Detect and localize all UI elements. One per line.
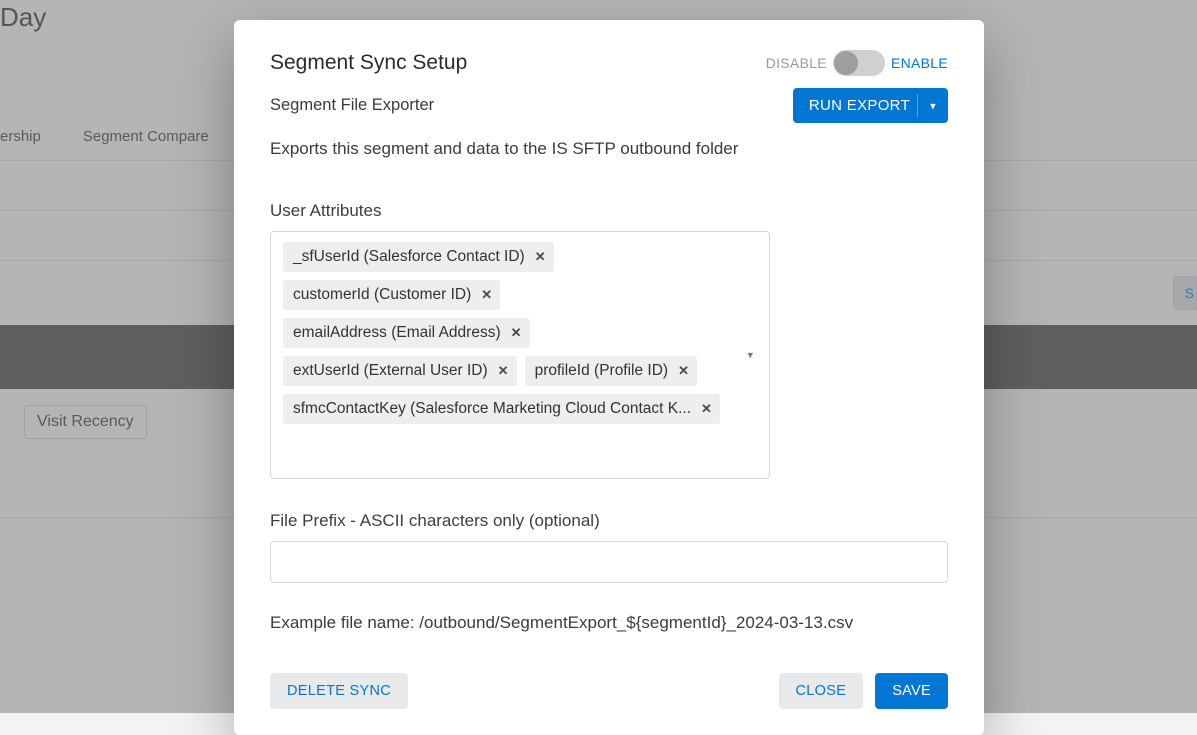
toggle-knob — [834, 51, 858, 75]
delete-sync-button[interactable]: DELETE SYNC — [270, 673, 408, 709]
modal-subtitle: Segment File Exporter — [270, 96, 434, 115]
user-attributes-label: User Attributes — [270, 201, 948, 221]
toggle-label-disable: DISABLE — [766, 55, 827, 71]
attr-chip-customerid: customerId (Customer ID) ✕ — [283, 280, 500, 310]
toggle-label-enable: ENABLE — [891, 55, 948, 71]
save-button[interactable]: SAVE — [875, 673, 948, 709]
enable-toggle[interactable] — [833, 50, 885, 76]
chip-label: emailAddress (Email Address) — [293, 324, 501, 342]
modal-description: Exports this segment and data to the IS … — [270, 139, 948, 159]
attr-chip-sfmccontactkey: sfmcContactKey (Salesforce Marketing Clo… — [283, 394, 720, 424]
remove-icon[interactable]: ✕ — [481, 287, 492, 303]
chip-label: profileId (Profile ID) — [535, 362, 669, 380]
enable-toggle-group: DISABLE ENABLE — [766, 50, 948, 76]
close-button[interactable]: CLOSE — [779, 673, 864, 709]
modal-overlay: Segment Sync Setup DISABLE ENABLE Segmen… — [0, 0, 1197, 713]
remove-icon[interactable]: ✕ — [678, 363, 689, 379]
attr-chip-profileid: profileId (Profile ID) ✕ — [525, 356, 697, 386]
chip-label: _sfUserId (Salesforce Contact ID) — [293, 248, 525, 266]
remove-icon[interactable]: ✕ — [511, 325, 522, 341]
chip-label: sfmcContactKey (Salesforce Marketing Clo… — [293, 400, 691, 418]
remove-icon[interactable]: ✕ — [535, 249, 546, 265]
example-file-name: Example file name: /outbound/SegmentExpo… — [270, 613, 948, 633]
chip-label: extUserId (External User ID) — [293, 362, 488, 380]
run-export-button[interactable]: RUN EXPORT — [793, 88, 948, 123]
file-prefix-label: File Prefix - ASCII characters only (opt… — [270, 511, 948, 531]
remove-icon[interactable]: ✕ — [498, 363, 509, 379]
segment-sync-modal: Segment Sync Setup DISABLE ENABLE Segmen… — [234, 20, 984, 735]
user-attributes-select[interactable]: _sfUserId (Salesforce Contact ID) ✕ cust… — [270, 231, 770, 479]
file-prefix-input[interactable] — [270, 541, 948, 583]
chip-label: customerId (Customer ID) — [293, 286, 471, 304]
modal-title: Segment Sync Setup — [270, 51, 467, 75]
remove-icon[interactable]: ✕ — [701, 401, 712, 417]
attr-chip-extuserid: extUserId (External User ID) ✕ — [283, 356, 517, 386]
attr-chip-sfuserid: _sfUserId (Salesforce Contact ID) ✕ — [283, 242, 554, 272]
chevron-down-icon[interactable]: ▾ — [747, 349, 753, 362]
attr-chip-emailaddress: emailAddress (Email Address) ✕ — [283, 318, 530, 348]
